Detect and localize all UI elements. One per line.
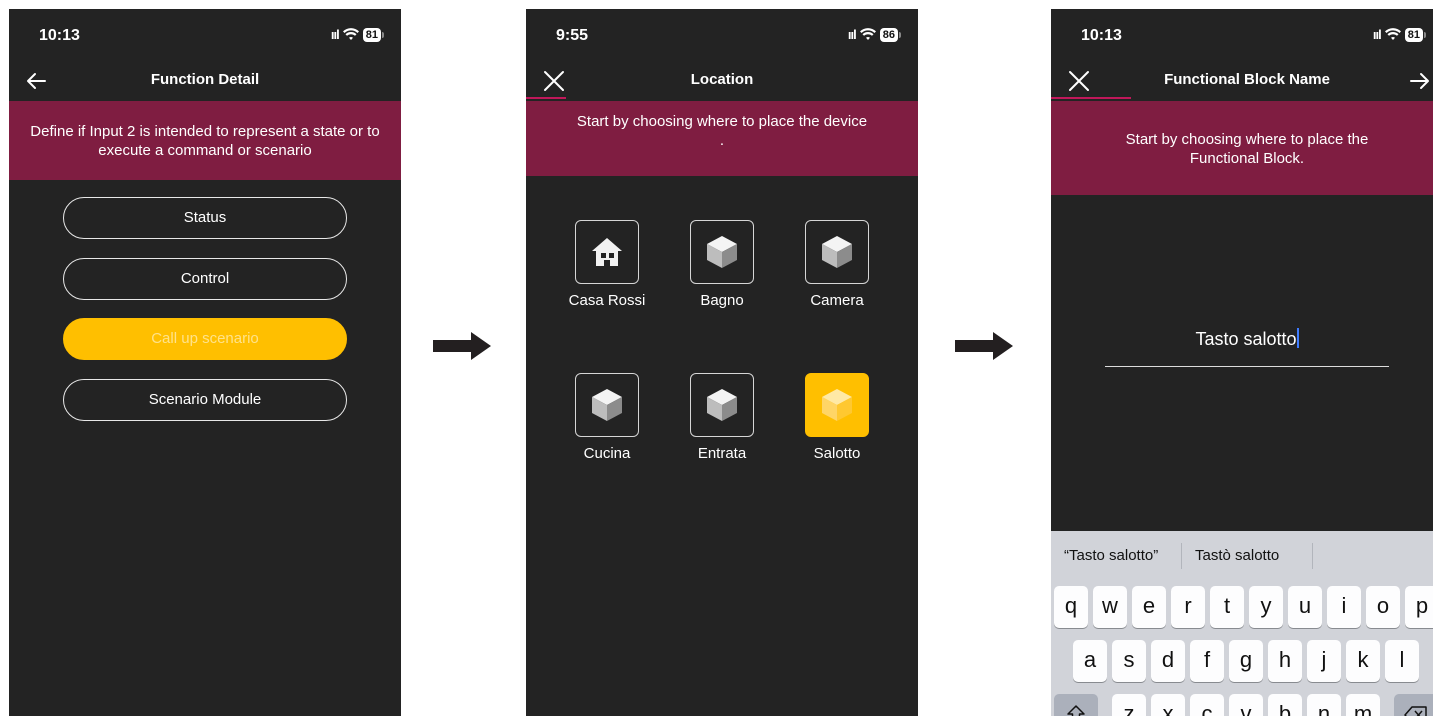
flow-arrow-icon — [433, 332, 491, 360]
forward-arrow-icon[interactable] — [1405, 67, 1433, 95]
location-label: Camera — [810, 292, 864, 309]
option-scenario-module-button[interactable]: Scenario Module — [63, 379, 347, 421]
status-bar: 10:13 ııl 81 — [1051, 9, 1433, 57]
page-title: Functional Block Name — [1164, 71, 1330, 88]
nav-bar: Location — [526, 61, 918, 101]
key-q[interactable]: q — [1054, 586, 1088, 628]
location-label: Bagno — [700, 292, 744, 309]
key-w[interactable]: w — [1093, 586, 1127, 628]
key-u[interactable]: u — [1288, 586, 1322, 628]
wifi-icon — [342, 27, 359, 40]
shift-icon — [1067, 705, 1085, 716]
location-label: Salotto — [813, 445, 861, 462]
suggestion-bar: “Tasto salotto” Tastò salotto — [1051, 531, 1433, 581]
suggestion-item[interactable]: Tastò salotto — [1195, 547, 1279, 564]
status-time: 10:13 — [1081, 27, 1122, 44]
key-c[interactable]: c — [1190, 694, 1224, 716]
location-label: Cucina — [583, 445, 631, 462]
key-d[interactable]: d — [1151, 640, 1185, 682]
input-underline — [1105, 366, 1389, 367]
page-title: Function Detail — [150, 71, 260, 88]
key-x[interactable]: x — [1151, 694, 1185, 716]
key-p[interactable]: p — [1405, 586, 1433, 628]
status-time: 9:55 — [556, 27, 589, 44]
screen-functional-block-name: 10:13 ııl 81 Functional Block Name Start… — [1051, 9, 1433, 716]
key-e[interactable]: e — [1132, 586, 1166, 628]
key-i[interactable]: i — [1327, 586, 1361, 628]
status-bar: 9:55 ııl 86 — [526, 9, 918, 57]
instruction-banner: Start by choosing where to place the Fun… — [1051, 101, 1433, 195]
name-input[interactable]: Tasto salotto — [1105, 328, 1389, 350]
location-cucina[interactable]: Cucina — [557, 373, 657, 462]
instruction-banner: Start by choosing where to place the dev… — [526, 101, 918, 176]
wifi-icon — [859, 27, 876, 40]
location-camera[interactable]: Camera — [787, 220, 887, 309]
progress-indicator — [1051, 97, 1131, 99]
option-control-button[interactable]: Control — [63, 258, 347, 300]
location-label: Casa Rossi — [568, 292, 646, 309]
key-a[interactable]: a — [1073, 640, 1107, 682]
key-l[interactable]: l — [1385, 640, 1419, 682]
key-z[interactable]: z — [1112, 694, 1146, 716]
location-casa-rossi[interactable]: Casa Rossi — [557, 220, 657, 309]
key-t[interactable]: t — [1210, 586, 1244, 628]
screen-function-detail: 10:13 ııl 81 Function Detail Define if I… — [9, 9, 401, 716]
nav-bar: Functional Block Name — [1051, 61, 1433, 101]
signal-icon: ııl — [847, 27, 857, 42]
house-icon — [592, 238, 622, 266]
key-v[interactable]: v — [1229, 694, 1263, 716]
location-label: Entrata — [697, 445, 747, 462]
banner-dot: . — [719, 132, 725, 149]
key-g[interactable]: g — [1229, 640, 1263, 682]
key-k[interactable]: k — [1346, 640, 1380, 682]
location-bagno[interactable]: Bagno — [672, 220, 772, 309]
location-salotto[interactable]: Salotto — [787, 373, 887, 462]
flow-arrow-icon — [955, 332, 1013, 360]
cube-icon — [822, 389, 852, 421]
text-caret — [1296, 328, 1299, 348]
name-input-value: Tasto salotto — [1195, 329, 1297, 349]
cube-icon — [822, 236, 852, 268]
battery-indicator: 81 — [1404, 27, 1427, 42]
suggestion-item[interactable]: “Tasto salotto” — [1064, 547, 1158, 564]
signal-icon: ııl — [1372, 27, 1382, 42]
status-time: 10:13 — [39, 27, 80, 44]
key-j[interactable]: j — [1307, 640, 1341, 682]
cube-icon — [707, 236, 737, 268]
backspace-icon — [1404, 706, 1427, 716]
option-call-up-scenario-button[interactable]: Call up scenario — [63, 318, 347, 360]
progress-indicator — [526, 97, 566, 99]
cube-icon — [707, 389, 737, 421]
key-s[interactable]: s — [1112, 640, 1146, 682]
key-m[interactable]: m — [1346, 694, 1380, 716]
key-y[interactable]: y — [1249, 586, 1283, 628]
nav-bar: Function Detail — [9, 61, 401, 101]
keyboard: “Tasto salotto” Tastò salotto q w e r t … — [1051, 531, 1433, 716]
key-o[interactable]: o — [1366, 586, 1400, 628]
page-title: Location — [690, 71, 754, 88]
instruction-banner: Define if Input 2 is intended to represe… — [9, 101, 401, 180]
signal-icon: ııl — [330, 27, 340, 42]
banner-text: Start by choosing where to place the dev… — [576, 113, 868, 130]
cube-icon — [592, 389, 622, 421]
backspace-key[interactable] — [1394, 694, 1433, 716]
status-bar: 10:13 ııl 81 — [9, 9, 401, 57]
key-f[interactable]: f — [1190, 640, 1224, 682]
location-entrata[interactable]: Entrata — [672, 373, 772, 462]
battery-indicator: 81 — [362, 27, 385, 42]
key-n[interactable]: n — [1307, 694, 1341, 716]
option-status-button[interactable]: Status — [63, 197, 347, 239]
key-b[interactable]: b — [1268, 694, 1302, 716]
key-h[interactable]: h — [1268, 640, 1302, 682]
battery-indicator: 86 — [879, 27, 902, 42]
key-r[interactable]: r — [1171, 586, 1205, 628]
wifi-icon — [1384, 27, 1401, 40]
screen-location: 9:55 ııl 86 Location Start by choosing w… — [526, 9, 918, 716]
shift-key[interactable] — [1054, 694, 1098, 716]
